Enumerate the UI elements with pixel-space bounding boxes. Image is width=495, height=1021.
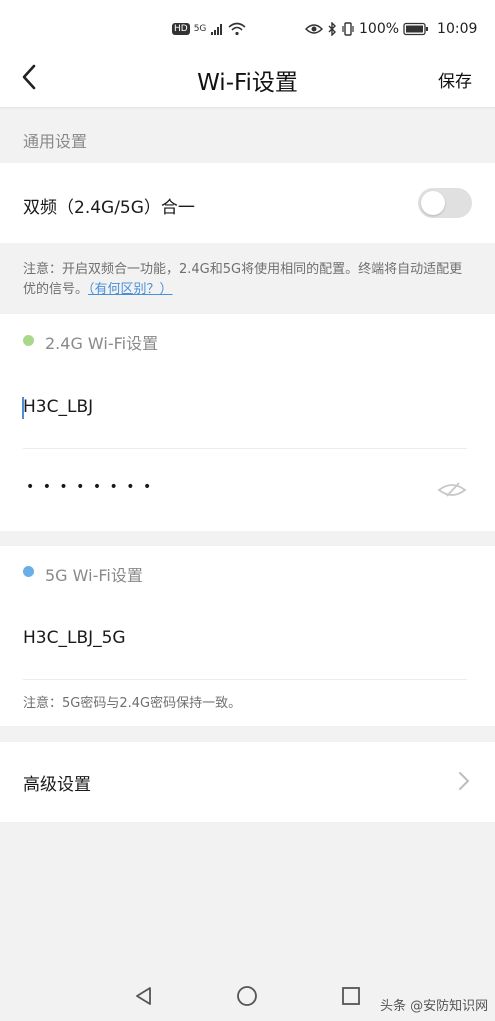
- eye-off-icon: [437, 482, 467, 497]
- wifi-24g-ssid-input[interactable]: H3C_LBJ: [23, 397, 463, 417]
- vibrate-icon: [342, 22, 354, 36]
- nav-back-icon[interactable]: [133, 985, 155, 1011]
- network-type-label: 5G: [193, 24, 207, 34]
- password-visibility-toggle[interactable]: [437, 479, 467, 501]
- nav-home-icon[interactable]: [236, 985, 258, 1011]
- eye-icon: [305, 24, 323, 34]
- advanced-settings-label: 高级设置: [23, 775, 91, 795]
- clock: 10:09: [437, 21, 478, 37]
- watermark: 头条 @安防知识网: [380, 999, 489, 1014]
- bluetooth-icon: [328, 22, 336, 36]
- wifi-5g-ssid-input[interactable]: H3C_LBJ_5G: [23, 628, 463, 648]
- difference-link[interactable]: （有何区别？）: [88, 282, 173, 297]
- wifi-5g-dot: [23, 566, 34, 577]
- wifi-icon: [228, 22, 246, 36]
- toggle-knob: [421, 191, 445, 215]
- dual-band-toggle[interactable]: [418, 188, 472, 218]
- page-title: Wi-Fi设置: [197, 70, 298, 96]
- save-button[interactable]: 保存: [438, 67, 472, 92]
- status-right-icons: 100% 10:09: [305, 20, 477, 38]
- nav-recents-icon[interactable]: [340, 985, 362, 1011]
- chevron-right-icon: [458, 771, 470, 795]
- wifi-5g-note: 注意：5G密码与2.4G密码保持一致。: [23, 696, 242, 711]
- status-left-icons: HD 5G: [172, 20, 246, 38]
- signal-icon: [211, 24, 223, 35]
- hd-badge: HD: [172, 23, 190, 35]
- header-shadow: [0, 107, 495, 110]
- divider: [23, 679, 467, 680]
- divider: [23, 448, 467, 449]
- general-section-label: 通用设置: [23, 132, 88, 151]
- wifi-5g-section-label: 5G Wi-Fi设置: [45, 566, 143, 585]
- battery-icon: [403, 22, 429, 36]
- wifi-24g-section-label: 2.4G Wi-Fi设置: [45, 334, 159, 353]
- wifi-24g-password-input[interactable]: • • • • • • • •: [26, 479, 153, 495]
- dual-band-label: 双频（2.4G/5G）合一: [23, 198, 195, 218]
- dual-band-note: 注意：开启双频合一功能，2.4G和5G将使用相同的配置。终端将自动适配更优的信号…: [23, 260, 473, 300]
- wifi-24g-dot: [23, 335, 34, 346]
- battery-percent: 100%: [359, 21, 400, 37]
